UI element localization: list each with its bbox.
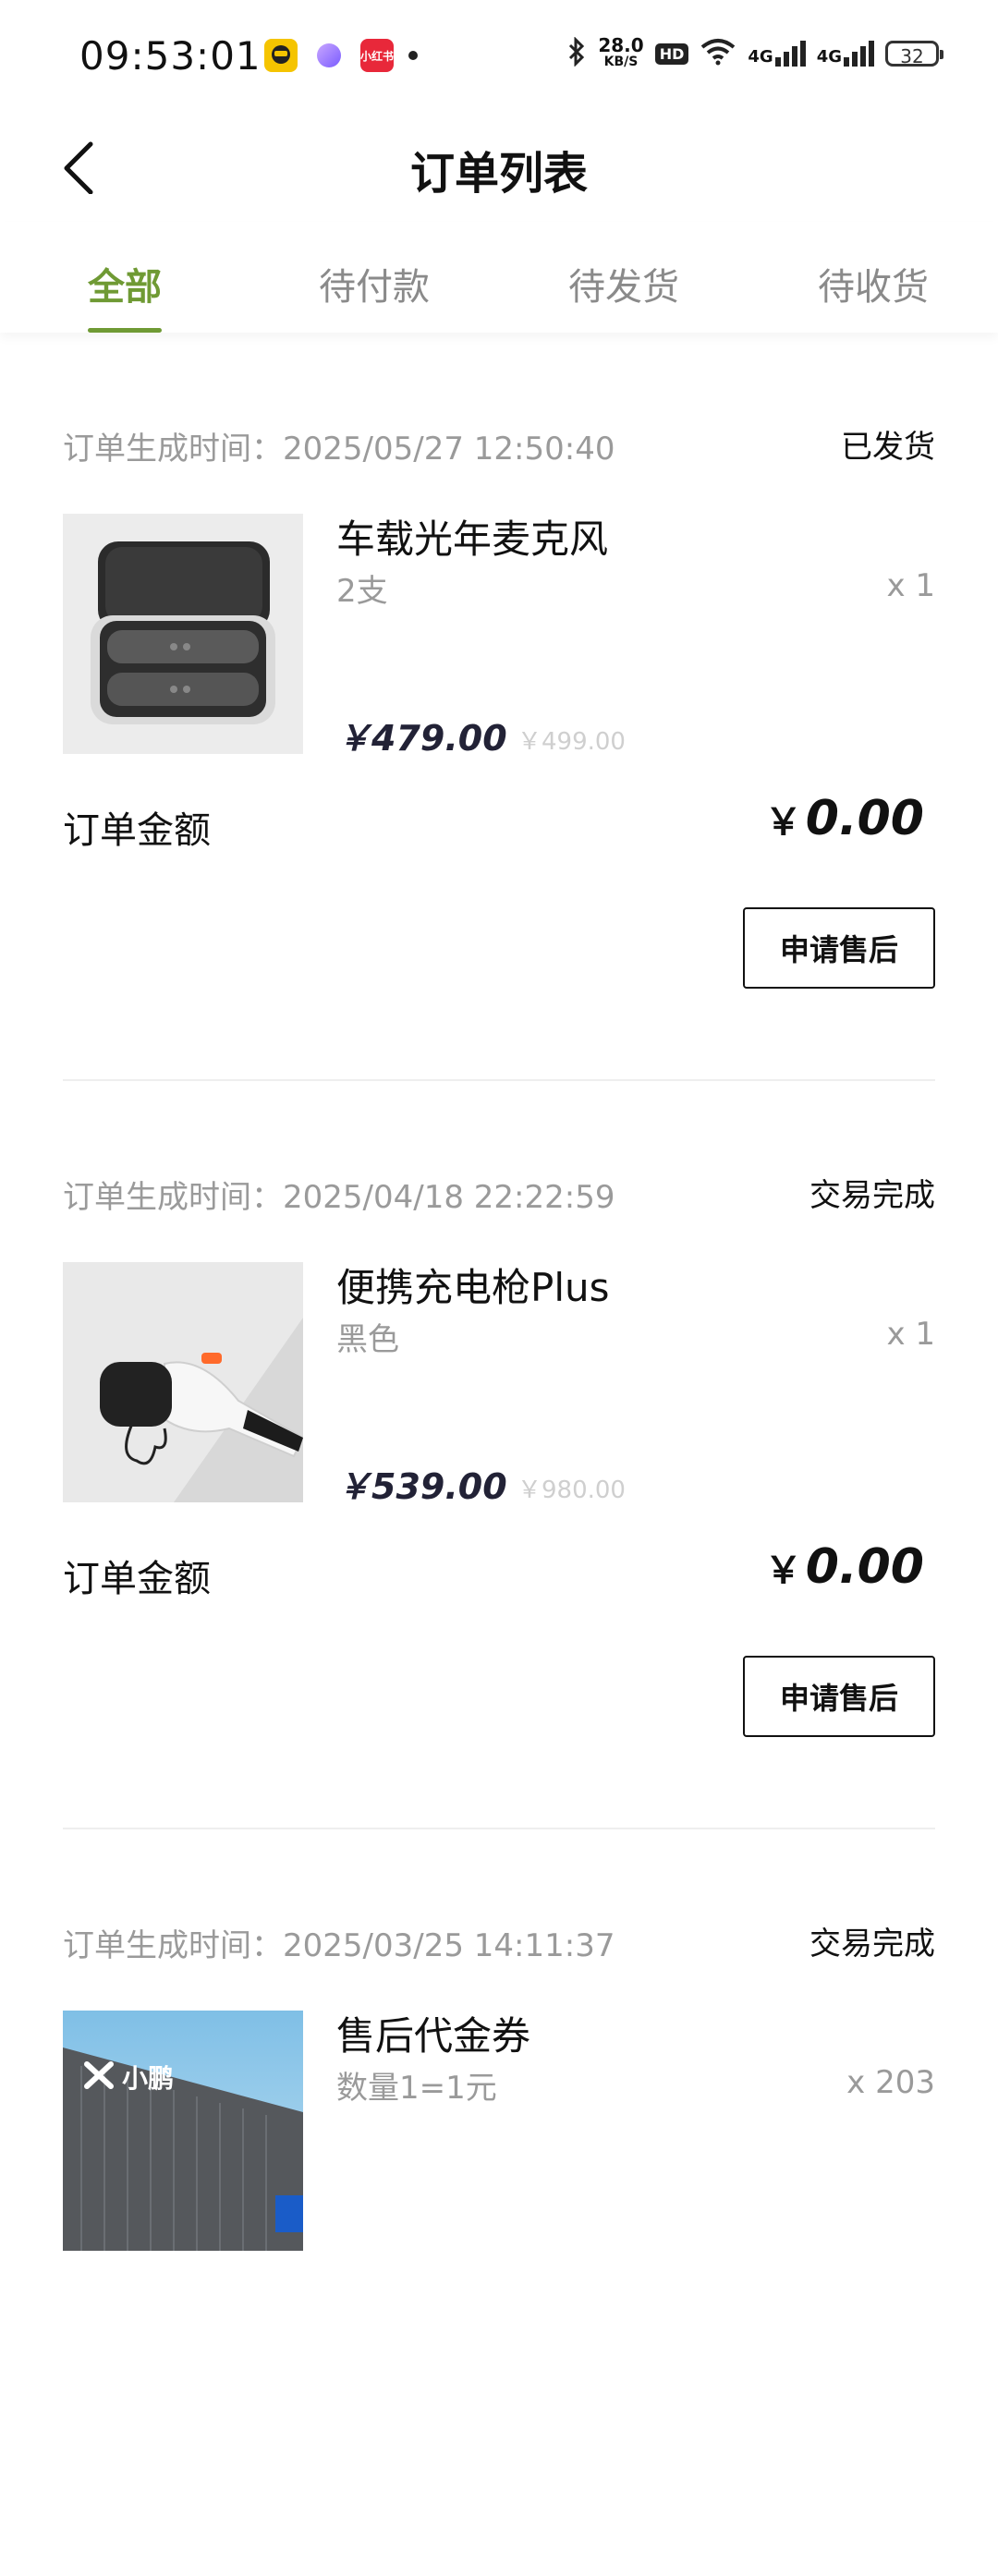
original-price: ￥499.00 bbox=[517, 728, 626, 756]
product-quantity: x 203 bbox=[846, 2064, 935, 2101]
cellular-signal-1-icon: 4G bbox=[748, 41, 806, 67]
tab-label: 待发货 bbox=[568, 266, 679, 309]
network-speed: 28.0 KB/S bbox=[598, 36, 643, 70]
order-time-label: 订单生成时间： bbox=[63, 431, 283, 468]
product-name[interactable]: 便携充电枪Plus bbox=[336, 1257, 610, 1313]
currency-symbol: ￥ bbox=[764, 1549, 802, 1592]
notification-icons: 小红书 bbox=[264, 39, 418, 72]
product-name[interactable]: 车载光年麦克风 bbox=[336, 508, 608, 565]
order-list: 订单生成时间：2025/05/27 12:50:40 已发货 车载光年麦克风 2… bbox=[0, 333, 998, 2576]
order-amount-value: 0.00 bbox=[805, 1539, 924, 1595]
bluetooth-icon bbox=[566, 36, 587, 70]
apply-after-sales-button[interactable]: 申请售后 bbox=[743, 907, 935, 989]
hd-voice-icon: HD bbox=[654, 43, 689, 65]
order-status: 交易完成 bbox=[809, 1177, 935, 1214]
original-price: ￥980.00 bbox=[517, 1476, 626, 1504]
tab-pending-receipt[interactable]: 待收货 bbox=[748, 222, 998, 333]
tab-pending-payment[interactable]: 待付款 bbox=[250, 222, 499, 333]
product-quantity: x 1 bbox=[886, 1316, 935, 1353]
currency-symbol: ￥ bbox=[764, 801, 802, 844]
signal-type-label: 4G bbox=[816, 47, 842, 67]
product-spec: 黑色 bbox=[336, 1321, 399, 1358]
tab-all[interactable]: 全部 bbox=[0, 222, 250, 333]
system-icons: 28.0 KB/S HD 4G 4G 32 bbox=[566, 36, 943, 70]
order-time-value: 2025/04/18 22:22:59 bbox=[283, 1179, 615, 1216]
order-time-value: 2025/03/25 14:11:37 bbox=[283, 1927, 615, 1964]
order-card[interactable]: 订单生成时间：2025/03/25 14:11:37 交易完成 小鹏 售后代金券… bbox=[63, 1829, 935, 2576]
clock: 09:53:01 bbox=[79, 33, 262, 79]
order-time-label: 订单生成时间： bbox=[63, 1927, 283, 1964]
order-amount-label: 订单金额 bbox=[63, 809, 211, 852]
order-time: 订单生成时间：2025/03/25 14:11:37 bbox=[63, 1920, 615, 1965]
order-status-tabs: 全部 待付款 待发货 待收货 bbox=[0, 222, 998, 333]
apply-after-sales-button[interactable]: 申请售后 bbox=[743, 1656, 935, 1737]
order-card[interactable]: 订单生成时间：2025/04/18 22:22:59 交易完成 便携充电枪Plu… bbox=[63, 1081, 935, 1829]
bubble-app-icon bbox=[312, 39, 346, 72]
order-amount-value: 0.00 bbox=[805, 791, 924, 846]
cellular-signal-2-icon: 4G bbox=[817, 41, 874, 67]
product-image[interactable] bbox=[63, 1262, 303, 1502]
status-bar: 09:53:01 小红书 28.0 KB/S HD 4G 4G 32 bbox=[0, 0, 998, 111]
order-amount: ￥0.00 bbox=[765, 1539, 924, 1595]
product-price: ￥539.00 bbox=[336, 1466, 507, 1507]
network-speed-unit: KB/S bbox=[603, 55, 639, 69]
order-time-value: 2025/05/27 12:50:40 bbox=[283, 431, 615, 468]
product-name[interactable]: 售后代金券 bbox=[336, 2005, 530, 2061]
store-sign-text: 小鹏 bbox=[122, 2063, 175, 2094]
order-time: 订单生成时间：2025/05/27 12:50:40 bbox=[63, 423, 615, 468]
xiaohongshu-icon: 小红书 bbox=[360, 39, 394, 72]
tab-label: 待收货 bbox=[818, 266, 929, 309]
product-price: ￥479.00 bbox=[336, 718, 507, 759]
tab-label: 待付款 bbox=[319, 266, 430, 309]
product-spec: 数量1=1元 bbox=[336, 2070, 497, 2107]
page-title: 订单列表 bbox=[409, 148, 588, 200]
signal-type-label: 4G bbox=[748, 47, 773, 67]
order-status: 交易完成 bbox=[809, 1926, 935, 1962]
product-quantity: x 1 bbox=[886, 567, 935, 604]
product-image[interactable] bbox=[63, 514, 303, 754]
battery-icon: 32 bbox=[885, 41, 943, 67]
order-time: 订单生成时间：2025/04/18 22:22:59 bbox=[63, 1172, 615, 1217]
product-image[interactable]: 小鹏 bbox=[63, 2011, 303, 2251]
more-notifications-dot-icon bbox=[408, 51, 418, 60]
nav-header: 订单列表 bbox=[0, 111, 998, 222]
order-card[interactable]: 订单生成时间：2025/05/27 12:50:40 已发货 车载光年麦克风 2… bbox=[63, 333, 935, 1081]
tab-label: 全部 bbox=[88, 266, 162, 309]
order-amount-label: 订单金额 bbox=[63, 1558, 211, 1600]
order-amount: ￥0.00 bbox=[765, 791, 924, 846]
order-time-label: 订单生成时间： bbox=[63, 1179, 283, 1216]
tab-pending-shipment[interactable]: 待发货 bbox=[499, 222, 748, 333]
order-status: 已发货 bbox=[841, 429, 935, 466]
taxi-app-icon bbox=[264, 39, 298, 72]
product-spec: 2支 bbox=[336, 573, 388, 610]
wifi-icon bbox=[700, 38, 736, 69]
